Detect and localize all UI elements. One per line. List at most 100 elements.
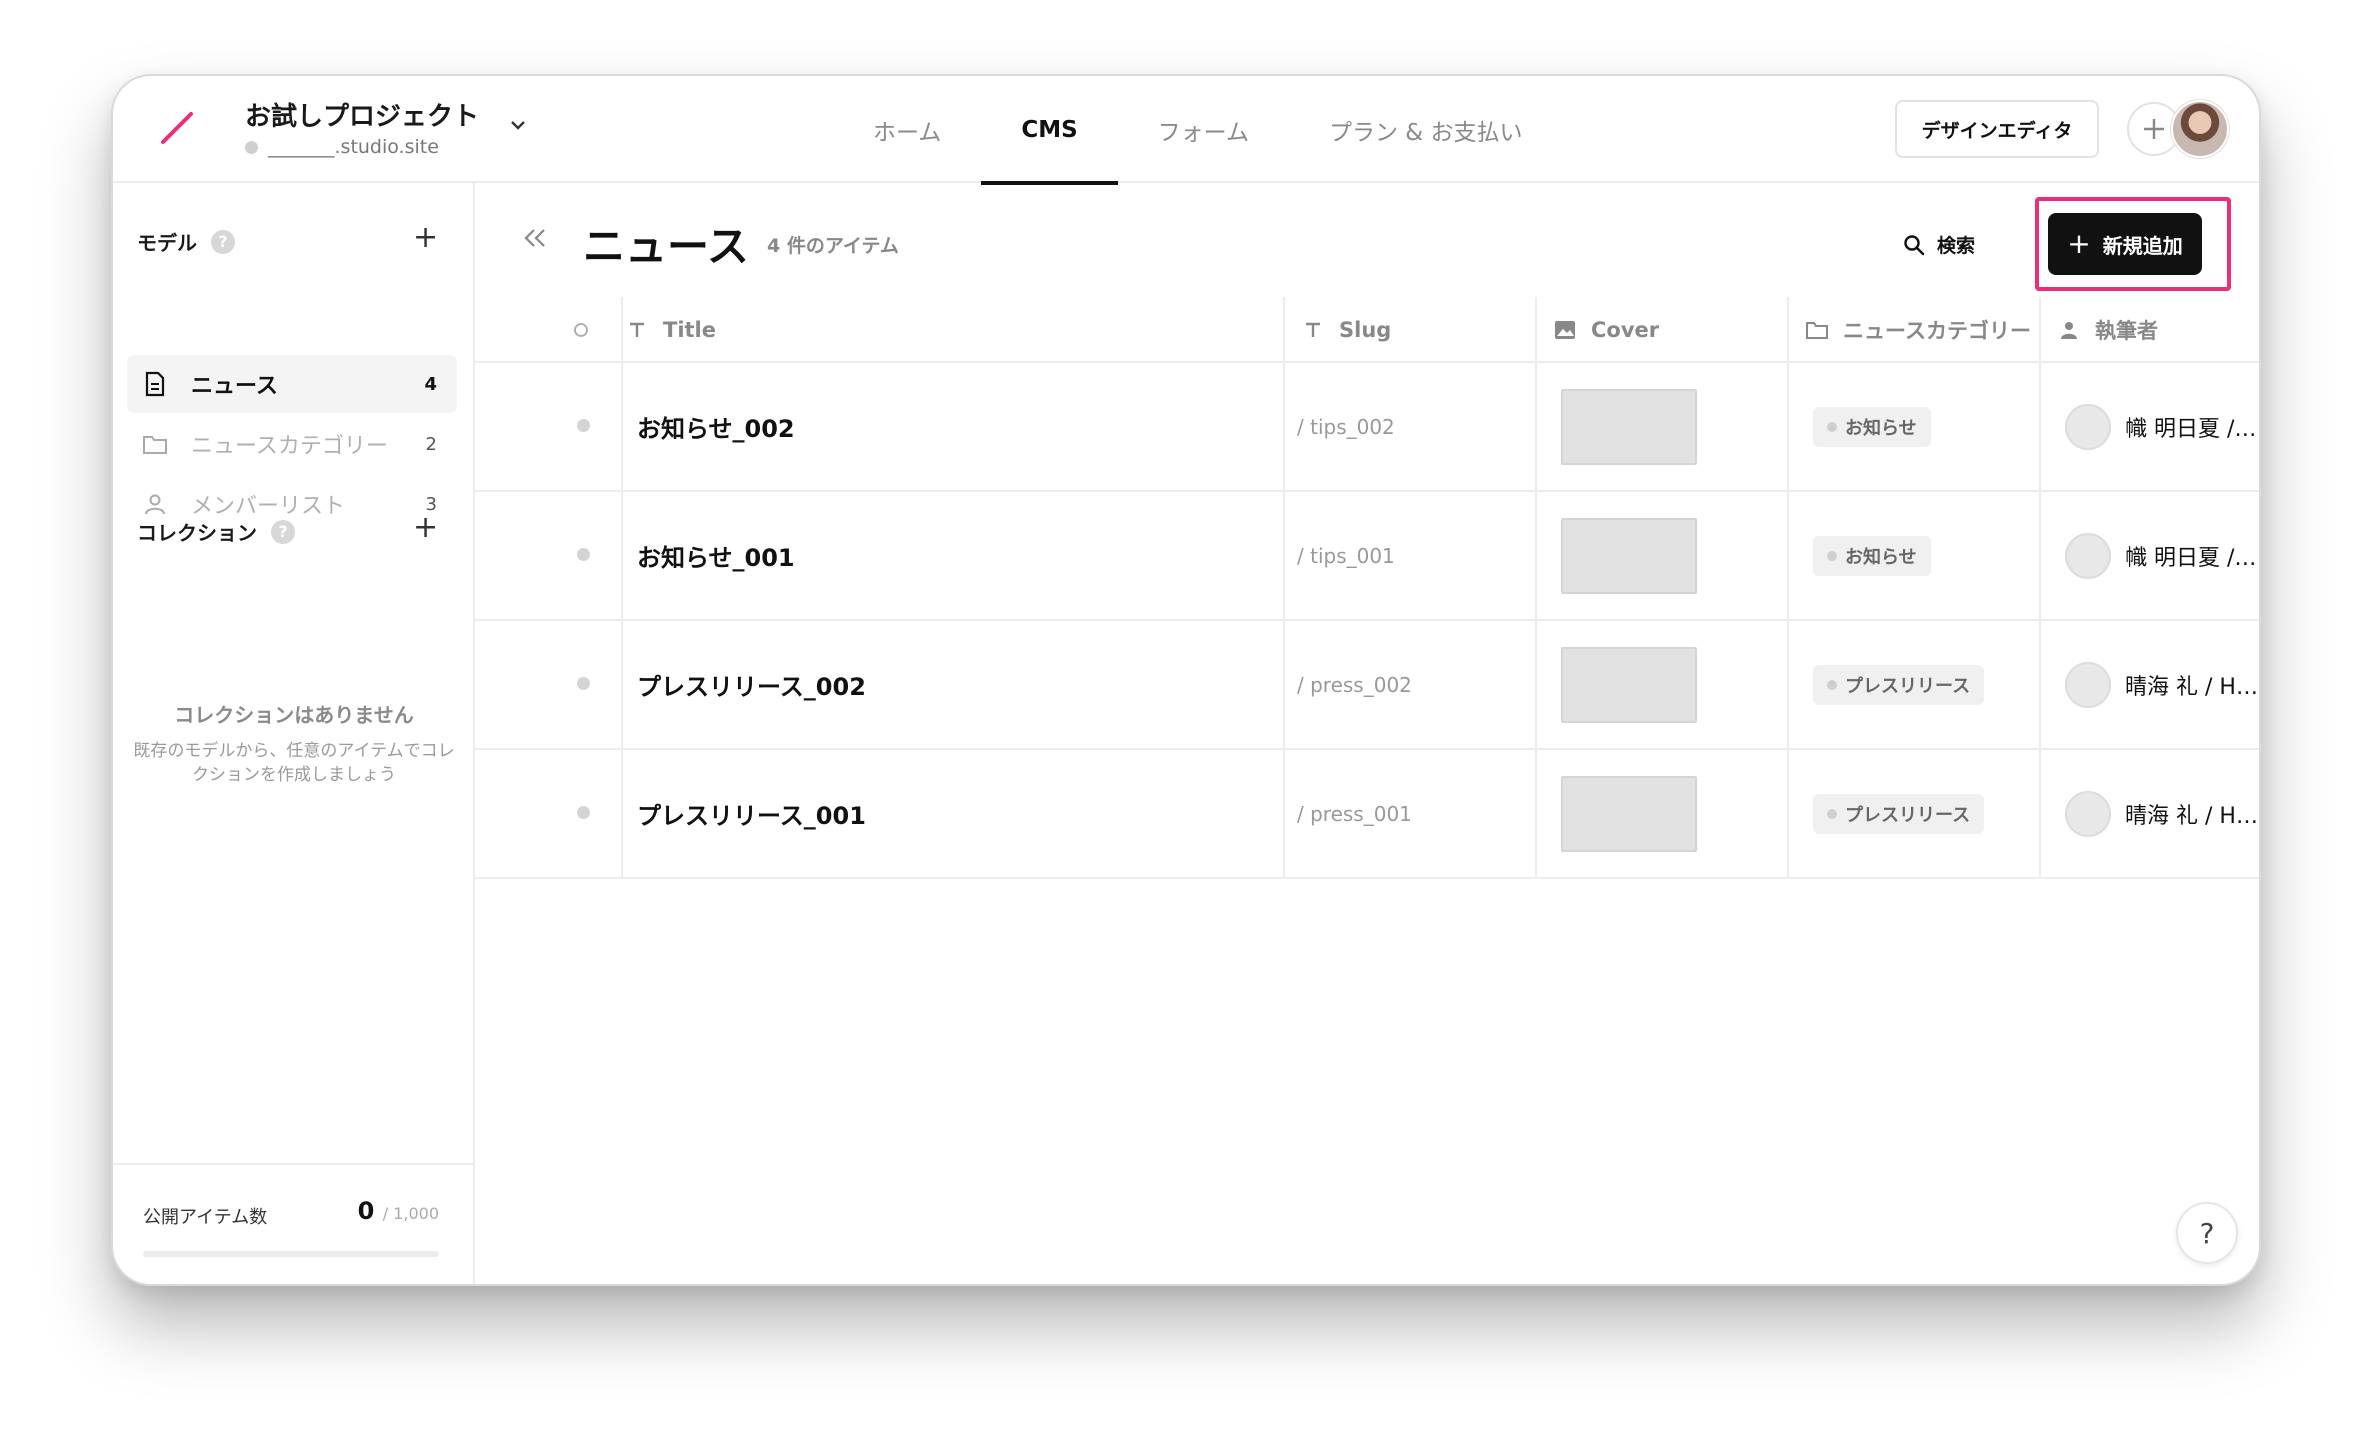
collections-empty-description: 既存のモデルから、任意のアイテムでコレクションを作成しましょう xyxy=(133,741,455,785)
column-divider xyxy=(1535,363,1537,490)
app-window: お試しプロジェクト _______.studio.site ホーム CMS フォ… xyxy=(111,74,2261,1286)
select-all-toggle[interactable] xyxy=(573,297,603,363)
column-divider xyxy=(2039,621,2041,748)
folder-icon xyxy=(141,430,169,458)
column-divider xyxy=(1283,750,1285,877)
nav-forms[interactable]: フォーム xyxy=(1118,76,1289,183)
row-slug: / press_002 xyxy=(1297,672,1412,697)
row-title[interactable]: お知らせ_001 xyxy=(637,492,795,619)
studio-logo-icon[interactable] xyxy=(157,108,197,148)
top-bar: お試しプロジェクト _______.studio.site ホーム CMS フォ… xyxy=(113,76,2259,185)
collections-heading: コレクション ? xyxy=(137,517,295,546)
column-divider xyxy=(1787,621,1789,748)
table-row[interactable]: プレスリリース_002 / press_002 プレスリリース 晴海 礼 / H… xyxy=(475,621,2259,750)
category-tag-label: お知らせ xyxy=(1845,418,1917,439)
column-divider xyxy=(1535,621,1537,748)
search-icon xyxy=(1904,234,1925,255)
published-items-panel: 公開アイテム数 0 / 1,000 xyxy=(113,1163,473,1284)
column-divider xyxy=(1283,621,1285,748)
models-heading: モデル ? xyxy=(137,227,235,256)
column-divider xyxy=(1283,297,1285,361)
status-dot-icon xyxy=(577,548,590,561)
project-name[interactable]: お試しプロジェクト xyxy=(245,96,479,133)
row-slug: / tips_001 xyxy=(1297,543,1395,568)
published-progress-bar xyxy=(143,1251,439,1257)
design-editor-button[interactable]: デザインエディタ xyxy=(1895,100,2099,158)
published-count: 0 xyxy=(357,1197,375,1225)
main-content: ニュース 4 件のアイテム 検索 + 新規追加 Title Slug Cover… xyxy=(475,183,2259,1284)
row-title[interactable]: プレスリリース_001 xyxy=(637,750,866,877)
add-new-item-label: 新規追加 xyxy=(2102,233,2183,258)
row-author: 晴海 礼 / Hiroshi Harumi xyxy=(2065,750,2259,877)
row-slug: / press_001 xyxy=(1297,801,1412,826)
category-tag-label: プレスリリース xyxy=(1845,676,1971,697)
tag-dot-icon xyxy=(1827,422,1837,432)
row-title[interactable]: お知らせ_002 xyxy=(637,363,795,490)
circle-icon xyxy=(574,323,588,337)
add-new-item-button[interactable]: + 新規追加 xyxy=(2048,213,2202,275)
avatar xyxy=(2065,403,2111,450)
column-divider xyxy=(2039,492,2041,619)
folder-icon xyxy=(1805,318,1829,342)
items-table: Title Slug Cover ニュースカテゴリー 執筆者 お知らせ_002 … xyxy=(475,297,2259,879)
table-header: Title Slug Cover ニュースカテゴリー 執筆者 xyxy=(475,297,2259,363)
main-nav: ホーム CMS フォーム プラン & お支払い xyxy=(833,76,1563,185)
help-icon[interactable]: ? xyxy=(211,229,235,254)
sidebar-item-label: ニュースカテゴリー xyxy=(191,434,388,459)
avatar xyxy=(2065,790,2111,837)
add-model-button[interactable]: + xyxy=(413,223,438,253)
nav-home[interactable]: ホーム xyxy=(833,76,981,183)
table-row[interactable]: プレスリリース_001 / press_001 プレスリリース 晴海 礼 / H… xyxy=(475,750,2259,879)
search-button[interactable]: 検索 xyxy=(1903,231,1975,258)
help-icon[interactable]: ? xyxy=(271,519,295,544)
table-row[interactable]: お知らせ_001 / tips_001 お知らせ 幟 明日夏 / Asuka N… xyxy=(475,492,2259,621)
row-title[interactable]: プレスリリース_002 xyxy=(637,621,866,748)
nav-cms[interactable]: CMS xyxy=(981,76,1119,185)
column-divider xyxy=(621,492,623,619)
column-divider xyxy=(1787,297,1789,361)
category-tag: プレスリリース xyxy=(1813,665,1985,705)
column-header-title[interactable]: Title xyxy=(625,297,1145,363)
column-divider xyxy=(621,297,623,361)
person-icon xyxy=(141,490,169,518)
sidebar-item-news[interactable]: ニュース 4 xyxy=(127,355,457,413)
column-divider xyxy=(1535,297,1537,361)
person-icon xyxy=(2057,318,2081,342)
image-icon xyxy=(1553,318,1577,342)
models-heading-label: モデル xyxy=(137,231,197,255)
column-header-cover[interactable]: Cover xyxy=(1553,297,1783,363)
column-divider xyxy=(621,363,623,490)
sidebar-item-label: メンバーリスト xyxy=(191,494,346,519)
column-header-slug[interactable]: Slug xyxy=(1301,297,1531,363)
column-header-author[interactable]: 執筆者 xyxy=(2057,297,2259,363)
column-divider xyxy=(1787,363,1789,490)
column-divider xyxy=(1787,492,1789,619)
status-dot-icon xyxy=(577,806,590,819)
plus-icon: + xyxy=(2067,227,2091,260)
column-header-news-category[interactable]: ニュースカテゴリー xyxy=(1805,297,2041,363)
document-icon xyxy=(141,370,169,398)
row-cover-thumbnail xyxy=(1561,776,1697,852)
add-collection-button[interactable]: + xyxy=(413,513,438,543)
collections-empty-title: コレクションはありません xyxy=(174,703,414,727)
chevron-down-icon[interactable] xyxy=(509,116,527,134)
sidebar-item-label: ニュース xyxy=(191,374,278,399)
user-avatar[interactable] xyxy=(2171,100,2229,158)
column-divider xyxy=(2039,297,2041,361)
column-divider xyxy=(1787,750,1789,877)
row-cover-thumbnail xyxy=(1561,647,1697,723)
project-domain: _______.studio.site xyxy=(245,136,439,158)
column-divider xyxy=(1535,750,1537,877)
sidebar-item-news-category[interactable]: ニュースカテゴリー 2 xyxy=(127,415,457,473)
column-divider xyxy=(621,621,623,748)
tag-dot-icon xyxy=(1827,809,1837,819)
category-tag-label: プレスリリース xyxy=(1845,805,1971,826)
help-button[interactable]: ? xyxy=(2176,1202,2238,1264)
author-name: 晴海 礼 / Hiroshi Harumi xyxy=(2125,674,2259,700)
sidebar: モデル ? + ニュース 4 ニュースカテゴリー 2 メンバーリスト 3 コレク… xyxy=(113,183,475,1284)
column-divider xyxy=(2039,750,2041,877)
category-tag: プレスリリース xyxy=(1813,794,1985,834)
nav-plans-billing[interactable]: プラン & お支払い xyxy=(1289,76,1563,183)
table-row[interactable]: お知らせ_002 / tips_002 お知らせ 幟 明日夏 / Asuka N… xyxy=(475,363,2259,492)
collapse-sidebar-icon[interactable] xyxy=(521,223,549,258)
